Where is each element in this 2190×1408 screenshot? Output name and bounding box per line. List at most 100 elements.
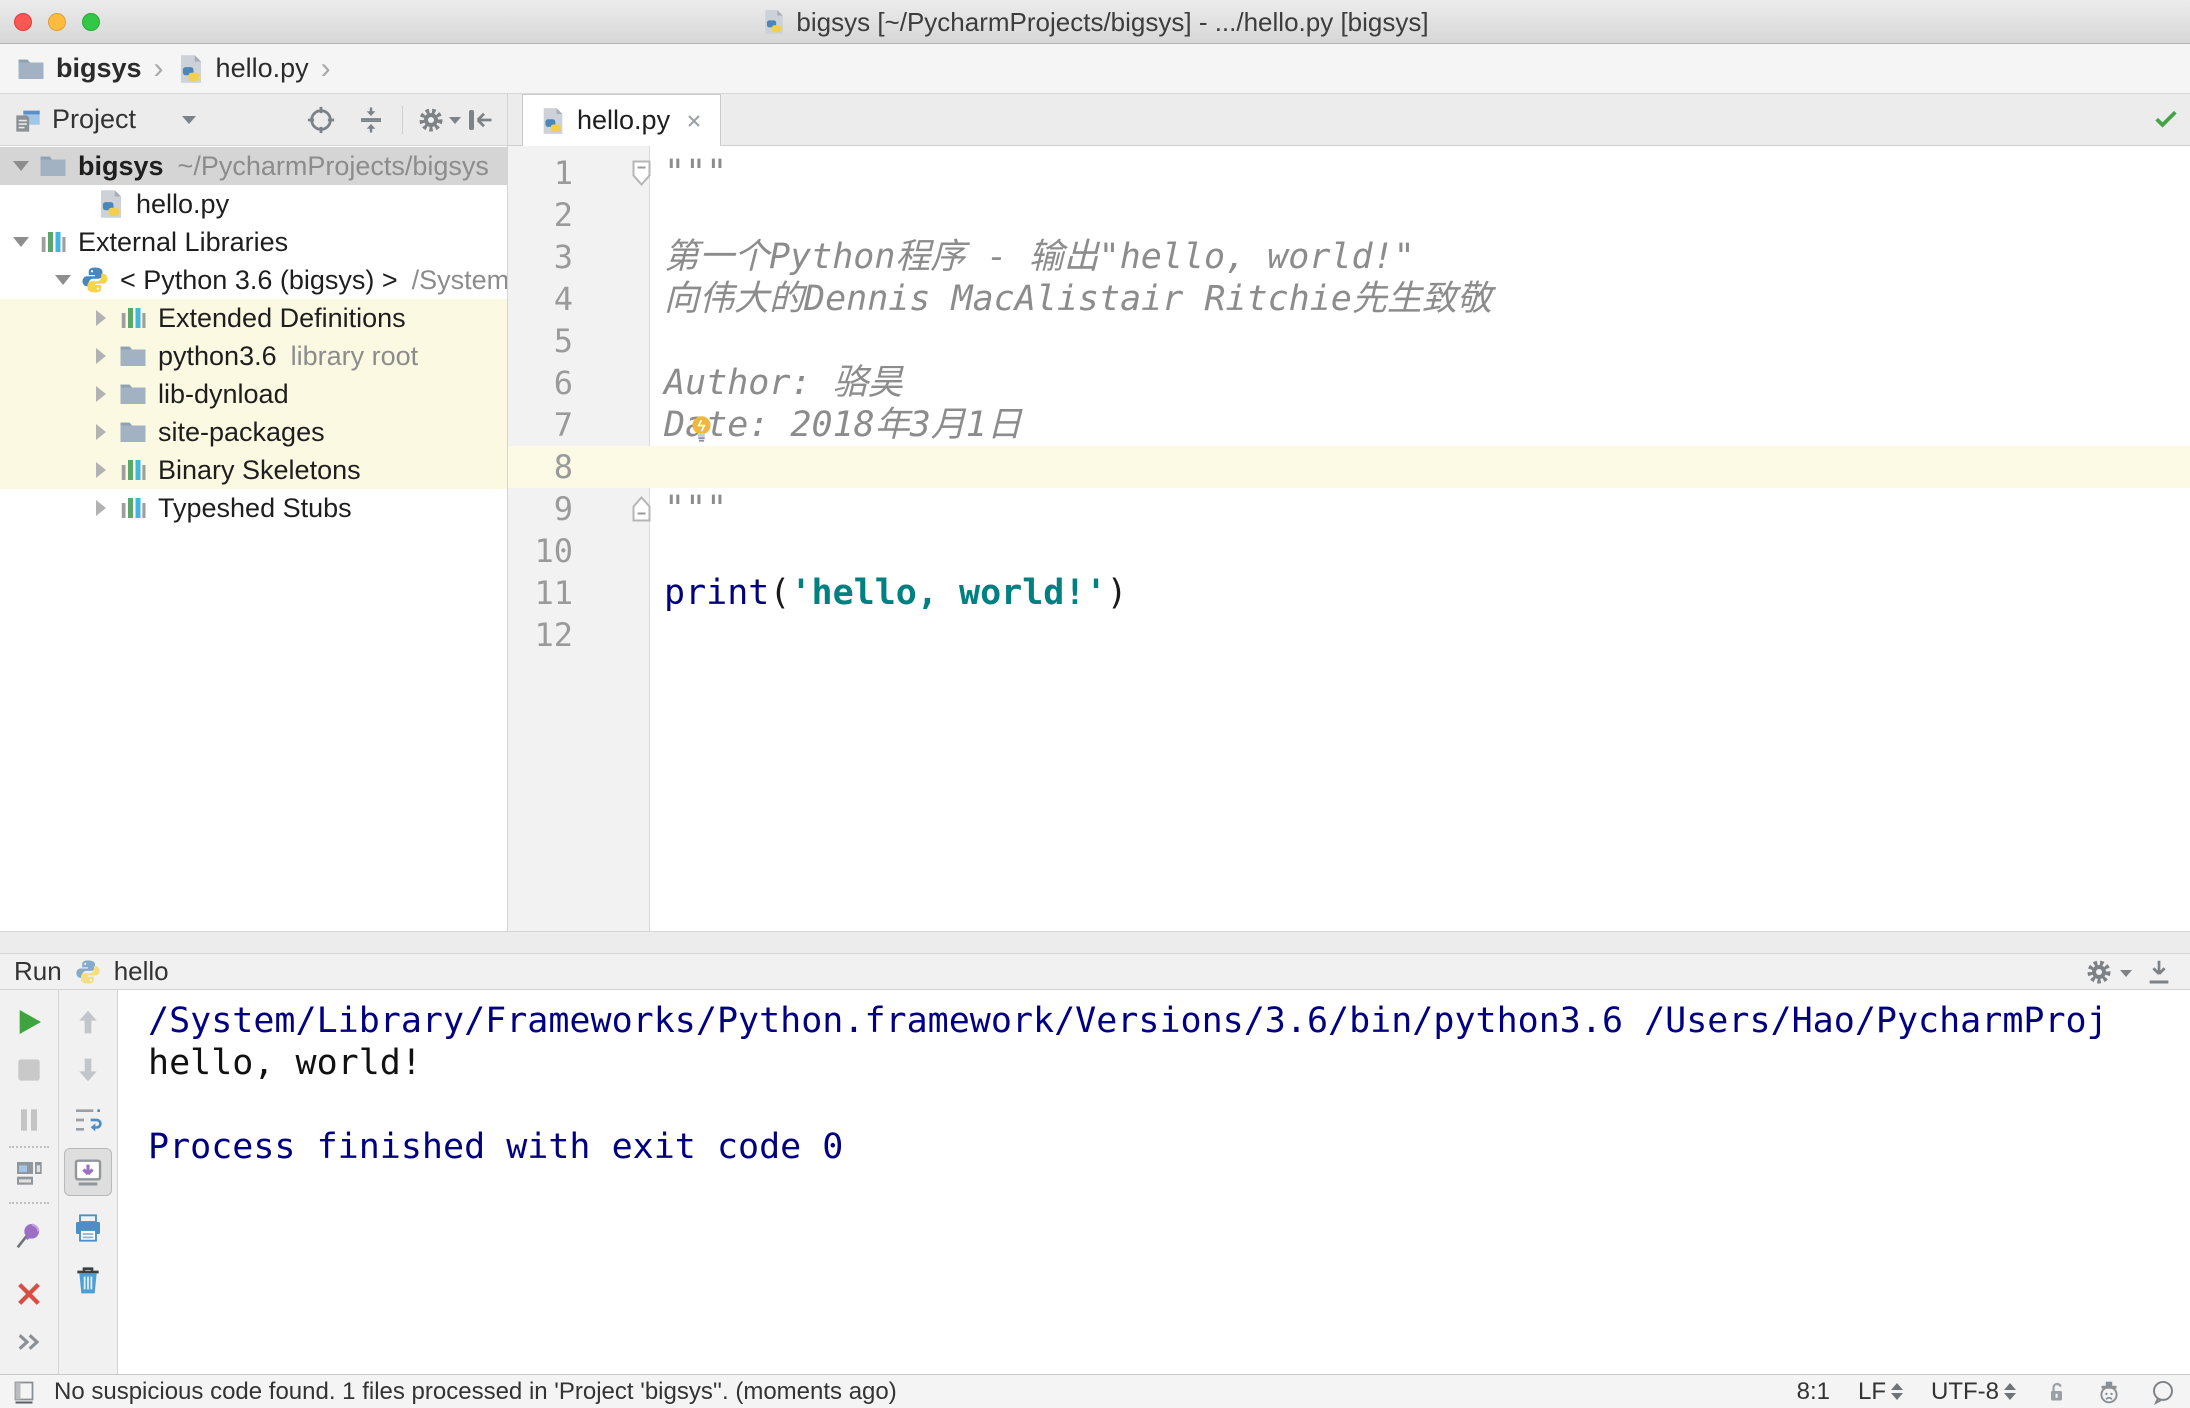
tree-item-sublabel: ~/PycharmProjects/bigsys: [177, 150, 489, 181]
panel-divider[interactable]: [0, 931, 2190, 953]
tree-item-external-libraries[interactable]: External Libraries: [0, 223, 507, 261]
editor-line-11: 11 print('hello, world!'): [508, 572, 2190, 614]
code-text[interactable]: 向伟大的Dennis MacAlistair Ritchie先生致敬: [651, 278, 1492, 320]
tree-item-site-packages[interactable]: site-packages: [0, 413, 507, 451]
highlighting-level-icon[interactable]: [2096, 1379, 2122, 1405]
code-text[interactable]: """: [651, 152, 727, 194]
editor-content[interactable]: 1 """ 2 3 第一个Python程序 - 输出"hello, world!" 4 向伟…: [508, 146, 2190, 931]
run-tool-window-header[interactable]: Run hello: [0, 953, 2190, 990]
chevron-right-icon: [96, 310, 106, 326]
line-number[interactable]: 5: [508, 320, 651, 362]
close-tab-icon[interactable]: [684, 111, 704, 131]
project-header[interactable]: Project: [0, 94, 507, 146]
fold-region-end-icon[interactable]: [631, 495, 652, 523]
tree-item-python3.6[interactable]: python3.6 library root: [0, 337, 507, 375]
updown-icon: [2004, 1383, 2016, 1400]
clear-console-button[interactable]: [72, 1264, 104, 1296]
expand-arrow-icon[interactable]: [8, 161, 34, 171]
project-tree: bigsys ~/PycharmProjects/bigsys hello.py Ex…: [0, 147, 507, 931]
line-number[interactable]: 9: [508, 488, 651, 530]
expand-arrow-icon[interactable]: [88, 500, 114, 516]
expand-arrow-icon[interactable]: [50, 275, 76, 285]
tree-item-typeshed-stubs[interactable]: Typeshed Stubs: [0, 489, 507, 527]
run-config-name: hello: [113, 956, 169, 986]
encoding-widget[interactable]: UTF-8: [1931, 1378, 2016, 1406]
library-icon: [38, 227, 68, 257]
code-text[interactable]: print('hello, world!'): [651, 572, 1128, 614]
breadcrumb-project[interactable]: bigsys: [56, 53, 142, 84]
event-log-icon[interactable]: [2150, 1379, 2176, 1405]
tree-item-binary-skeletons[interactable]: Binary Skeletons: [0, 451, 507, 489]
expand-arrow-icon[interactable]: [88, 348, 114, 364]
soft-wrap-button[interactable]: [72, 1104, 104, 1136]
line-number[interactable]: 10: [508, 530, 651, 572]
inspection-ok-icon[interactable]: [2152, 104, 2180, 132]
breadcrumb-file[interactable]: hello.py: [216, 53, 309, 84]
line-separator-widget[interactable]: LF: [1858, 1378, 1903, 1406]
console-line: Process finished with exit code 0: [148, 1127, 844, 1167]
line-number[interactable]: 7: [508, 404, 651, 446]
rerun-button[interactable]: [13, 1006, 45, 1038]
select-opened-file-button[interactable]: [306, 105, 336, 135]
status-bar: No suspicious code found. 1 files proces…: [0, 1374, 2190, 1408]
scroll-to-end-button-selected[interactable]: [64, 1148, 112, 1196]
code-text[interactable]: [651, 446, 664, 488]
readonly-lock-icon[interactable]: [2044, 1380, 2068, 1404]
gear-icon[interactable]: [416, 105, 446, 135]
tree-item-label: bigsys: [78, 150, 164, 181]
print-button[interactable]: [72, 1212, 104, 1244]
run-console[interactable]: /System/Library/Frameworks/Python.framew…: [119, 990, 2190, 1374]
prev-occurrence-button[interactable]: [72, 1006, 104, 1038]
close-button[interactable]: [13, 1278, 45, 1310]
hide-panel-button[interactable]: [464, 105, 494, 135]
caret-position-widget[interactable]: 8:1: [1797, 1378, 1830, 1406]
line-number[interactable]: 1: [508, 152, 651, 194]
code-text[interactable]: [651, 530, 664, 572]
code-text[interactable]: [651, 194, 664, 236]
expand-arrow-icon[interactable]: [88, 462, 114, 478]
folder-icon: [16, 54, 46, 84]
editor-line-5: 5: [508, 320, 2190, 362]
tool-window-switcher-icon[interactable]: [12, 1380, 36, 1404]
gear-icon[interactable]: [2084, 957, 2114, 987]
pin-tab-button[interactable]: [13, 1220, 45, 1252]
tree-item-hello.py[interactable]: hello.py: [0, 185, 507, 223]
code-text[interactable]: 第一个Python程序 - 输出"hello, world!": [651, 236, 1415, 278]
line-number[interactable]: 8: [508, 446, 651, 488]
tab-hello-py[interactable]: hello.py: [522, 94, 722, 146]
more-actions-icon[interactable]: [13, 1326, 45, 1358]
code-text[interactable]: [651, 614, 664, 656]
chevron-right-icon: [96, 500, 106, 516]
fold-region-start-icon[interactable]: [631, 159, 652, 187]
code-text[interactable]: [651, 320, 664, 362]
line-number[interactable]: 2: [508, 194, 651, 236]
code-segment: (: [769, 573, 791, 613]
library-icon: [118, 455, 148, 485]
expand-arrow-icon[interactable]: [88, 386, 114, 402]
chevron-down-icon[interactable]: [182, 115, 197, 124]
expand-arrow-icon[interactable]: [88, 310, 114, 326]
tree-item-python-3.6-bigsys[interactable]: < Python 3.6 (bigsys) > /System: [0, 261, 507, 299]
code-text[interactable]: Author: 骆昊: [651, 362, 903, 404]
line-number[interactable]: 12: [508, 614, 651, 656]
tree-item-bigsys[interactable]: bigsys ~/PycharmProjects/bigsys: [0, 147, 507, 185]
line-number[interactable]: 6: [508, 362, 651, 404]
expand-arrow-icon[interactable]: [88, 424, 114, 440]
python-icon: [80, 265, 110, 295]
line-number[interactable]: 4: [508, 278, 651, 320]
tree-item-label: External Libraries: [78, 226, 289, 257]
collapse-all-button[interactable]: [356, 105, 386, 135]
next-occurrence-button[interactable]: [72, 1054, 104, 1086]
tree-item-lib-dynload[interactable]: lib-dynload: [0, 375, 507, 413]
expand-arrow-icon[interactable]: [8, 237, 34, 247]
toolbar-separator: [9, 1202, 49, 1204]
line-number[interactable]: 3: [508, 236, 651, 278]
tree-item-extended-definitions[interactable]: Extended Definitions: [0, 299, 507, 337]
code-text[interactable]: """: [651, 488, 727, 530]
line-number[interactable]: 11: [508, 572, 651, 614]
restore-layout-button[interactable]: [13, 1158, 45, 1190]
tree-item-label: python3.6: [158, 340, 277, 371]
hide-tool-window-icon[interactable]: [2144, 957, 2174, 987]
code-segment: """: [664, 489, 728, 529]
intention-bulb-icon[interactable]: [686, 413, 717, 444]
